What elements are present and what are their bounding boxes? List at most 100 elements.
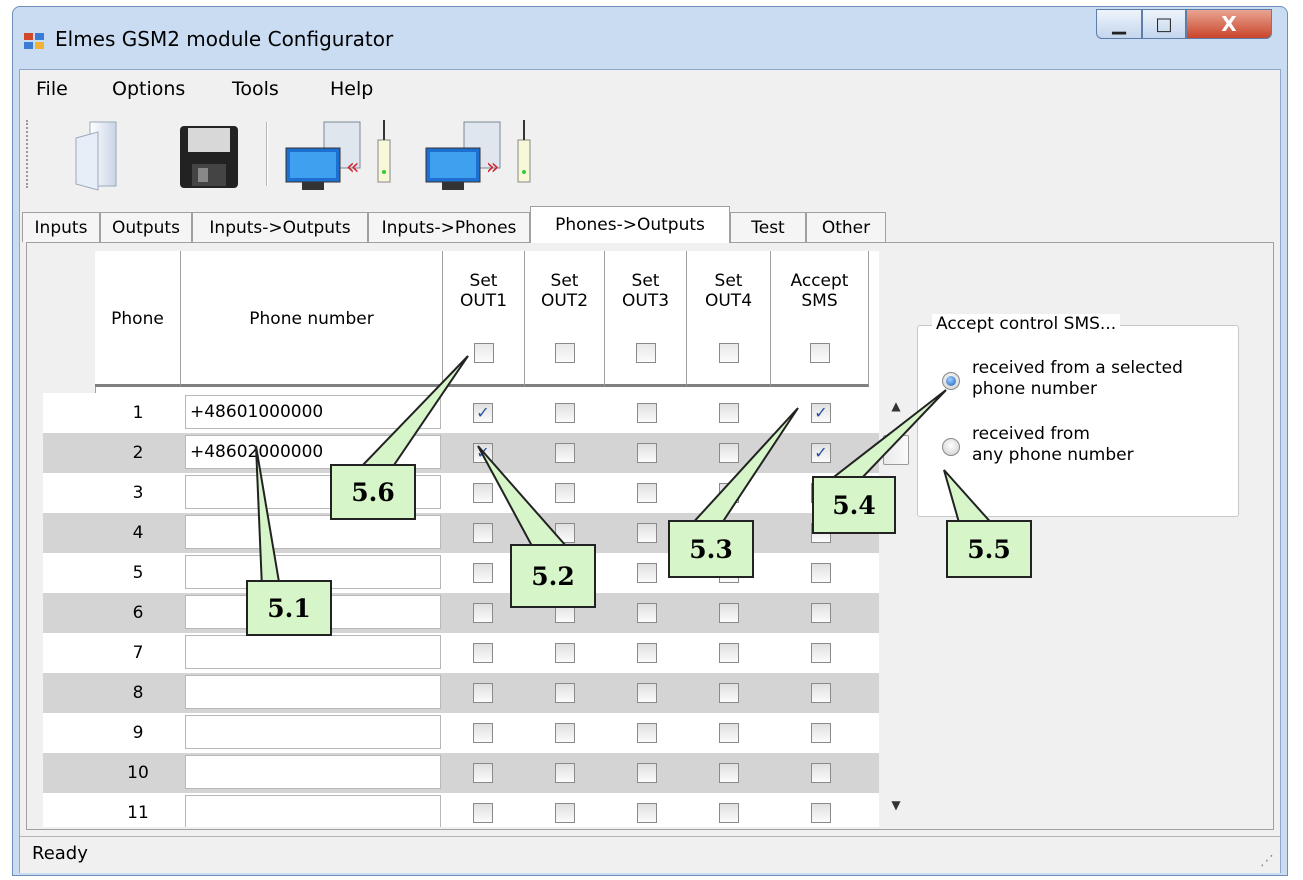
tab-test[interactable]: Test — [730, 212, 806, 242]
menu-file[interactable]: File — [36, 78, 68, 100]
table-row[interactable]: 9 — [43, 713, 879, 753]
out1-checkbox[interactable] — [473, 603, 493, 623]
resize-grip-icon[interactable]: ⋰ — [1260, 853, 1274, 869]
out3-checkbox[interactable] — [637, 683, 657, 703]
header-out3-checkbox[interactable] — [635, 343, 656, 363]
phone-number-field[interactable] — [185, 715, 441, 749]
close-button[interactable]: X — [1186, 9, 1272, 39]
header-sms-checkbox[interactable] — [809, 343, 830, 363]
out4-checkbox[interactable] — [719, 403, 739, 423]
out4-checkbox[interactable] — [719, 603, 739, 623]
out3-checkbox[interactable] — [637, 803, 657, 823]
header-out4-checkbox[interactable] — [718, 343, 739, 363]
table-row[interactable]: 6 — [43, 593, 879, 633]
save-disk-icon[interactable] — [178, 124, 240, 190]
radio-selected-number[interactable] — [942, 372, 960, 390]
out4-checkbox[interactable] — [719, 803, 739, 823]
out2-checkbox[interactable] — [555, 643, 575, 663]
table-row[interactable]: 2 +48602000000 ✓ ✓ — [43, 433, 879, 473]
scroll-thumb[interactable] — [883, 435, 909, 465]
out4-checkbox[interactable] — [719, 723, 739, 743]
menu-help[interactable]: Help — [330, 78, 373, 100]
out1-checkbox[interactable] — [473, 563, 493, 583]
header-out1-checkbox[interactable] — [473, 343, 494, 363]
phone-number-field[interactable] — [185, 795, 441, 827]
out1-checkbox[interactable]: ✓ — [473, 403, 493, 423]
write-to-module-icon[interactable]: » — [422, 116, 540, 196]
out1-checkbox[interactable] — [473, 803, 493, 823]
out1-checkbox[interactable] — [473, 723, 493, 743]
out3-checkbox[interactable] — [637, 723, 657, 743]
phone-number-field[interactable]: +48601000000 — [185, 395, 441, 429]
out4-checkbox[interactable] — [719, 683, 739, 703]
out1-checkbox[interactable]: ✓ — [473, 443, 493, 463]
open-file-icon[interactable] — [68, 116, 128, 192]
out3-checkbox[interactable] — [637, 443, 657, 463]
accept-sms-checkbox[interactable] — [811, 683, 831, 703]
table-row[interactable]: 8 — [43, 673, 879, 713]
out4-checkbox[interactable] — [719, 483, 739, 503]
scroll-down-icon[interactable]: ▼ — [881, 798, 911, 812]
out2-checkbox[interactable] — [555, 763, 575, 783]
table-row[interactable]: 10 — [43, 753, 879, 793]
radio-any-number[interactable] — [942, 438, 960, 456]
header-phone[interactable]: Phone — [95, 251, 181, 387]
header-out2-checkbox[interactable] — [554, 343, 575, 363]
table-row[interactable]: 11 — [43, 793, 879, 827]
title-bar[interactable]: Elmes GSM2 module Configurator ▁ □ X — [13, 7, 1287, 69]
out3-checkbox[interactable] — [637, 563, 657, 583]
accept-sms-checkbox[interactable] — [811, 803, 831, 823]
accept-sms-checkbox[interactable]: ✓ — [811, 443, 831, 463]
out3-checkbox[interactable] — [637, 643, 657, 663]
radio-any-number-label[interactable]: received from any phone number — [972, 424, 1134, 466]
phone-number-field[interactable] — [185, 755, 441, 789]
maximize-button[interactable]: □ — [1142, 9, 1186, 39]
out2-checkbox[interactable] — [555, 683, 575, 703]
accept-sms-checkbox[interactable] — [811, 723, 831, 743]
out2-checkbox[interactable] — [555, 723, 575, 743]
minimize-button[interactable]: ▁ — [1096, 9, 1142, 39]
scroll-up-icon[interactable]: ▲ — [881, 399, 911, 413]
out2-checkbox[interactable] — [555, 523, 575, 543]
tab-inputs[interactable]: Inputs — [22, 212, 100, 242]
out1-checkbox[interactable] — [473, 483, 493, 503]
tab-outputs[interactable]: Outputs — [100, 212, 192, 242]
out3-checkbox[interactable] — [637, 483, 657, 503]
out1-checkbox[interactable] — [473, 763, 493, 783]
header-phone-number[interactable]: Phone number — [181, 251, 443, 387]
out3-checkbox[interactable] — [637, 763, 657, 783]
tab-other[interactable]: Other — [806, 212, 886, 242]
out1-checkbox[interactable] — [473, 643, 493, 663]
out2-checkbox[interactable] — [555, 483, 575, 503]
tab-phones-outputs[interactable]: Phones->Outputs — [530, 206, 730, 243]
accept-sms-checkbox[interactable] — [811, 603, 831, 623]
phone-number-field[interactable] — [185, 675, 441, 709]
out1-checkbox[interactable] — [473, 683, 493, 703]
accept-sms-checkbox[interactable] — [811, 763, 831, 783]
out4-checkbox[interactable] — [719, 763, 739, 783]
accept-sms-checkbox[interactable]: ✓ — [811, 403, 831, 423]
out1-checkbox[interactable] — [473, 523, 493, 543]
table-row[interactable]: 7 — [43, 633, 879, 673]
tab-inputs-outputs[interactable]: Inputs->Outputs — [192, 212, 368, 242]
read-from-module-icon[interactable]: « — [282, 116, 400, 196]
table-row[interactable]: 1 +48601000000 ✓ ✓ — [43, 393, 879, 433]
phone-number-field[interactable] — [185, 635, 441, 669]
out2-checkbox[interactable] — [555, 443, 575, 463]
menu-tools[interactable]: Tools — [232, 78, 279, 100]
toolbar-grip[interactable] — [26, 120, 31, 188]
out2-checkbox[interactable] — [555, 403, 575, 423]
tab-inputs-phones[interactable]: Inputs->Phones — [368, 212, 530, 242]
accept-sms-checkbox[interactable] — [811, 643, 831, 663]
out3-checkbox[interactable] — [637, 523, 657, 543]
phone-number-field[interactable] — [185, 515, 441, 549]
accept-sms-checkbox[interactable] — [811, 563, 831, 583]
grid-vertical-scrollbar[interactable]: ▲ ▼ — [881, 393, 911, 818]
out3-checkbox[interactable] — [637, 403, 657, 423]
out3-checkbox[interactable] — [637, 603, 657, 623]
table-row[interactable]: 3 — [43, 473, 879, 513]
menu-options[interactable]: Options — [112, 78, 185, 100]
out2-checkbox[interactable] — [555, 803, 575, 823]
radio-selected-number-label[interactable]: received from a selected phone number — [972, 358, 1183, 400]
out4-checkbox[interactable] — [719, 443, 739, 463]
